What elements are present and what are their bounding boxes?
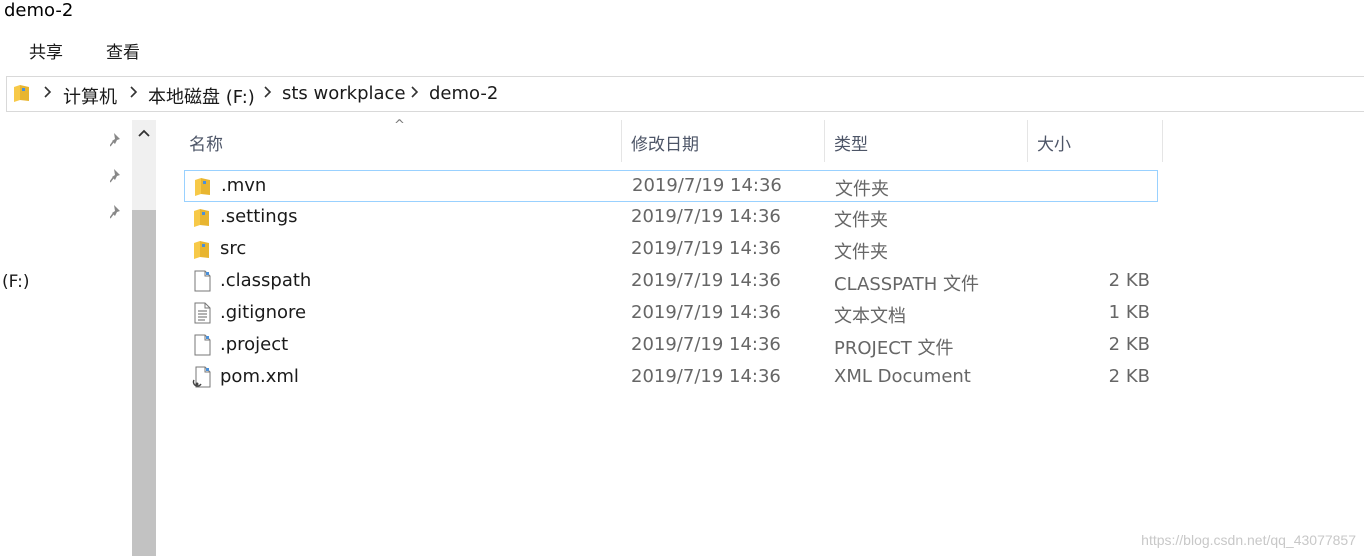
file-date: 2019/7/19 14:36 — [631, 270, 781, 291]
file-name: .project — [220, 334, 289, 355]
navigation-pane: (F:) — [0, 120, 160, 556]
file-row[interactable]: .project 2019/7/19 14:36 PROJECT 文件 2 KB — [184, 330, 1158, 362]
folder-icon — [192, 206, 212, 228]
address-bar[interactable]: 计算机 本地磁盘 (F:) sts workplace demo-2 — [6, 76, 1364, 112]
xml-file-icon — [192, 366, 212, 388]
file-size: 2 KB — [1108, 270, 1150, 291]
file-size: 1 KB — [1108, 302, 1150, 323]
file-size: 2 KB — [1108, 334, 1150, 355]
pin-icon[interactable] — [110, 204, 124, 220]
pin-icon[interactable] — [110, 168, 124, 184]
file-row[interactable]: .mvn 2019/7/19 14:36 文件夹 — [184, 170, 1158, 202]
breadcrumb-sts-workplace[interactable]: sts workplace — [282, 83, 406, 104]
file-type: PROJECT 文件 — [834, 338, 954, 359]
chevron-right-icon[interactable] — [43, 85, 53, 99]
text-document-icon — [192, 302, 212, 324]
file-size: 2 KB — [1108, 366, 1150, 387]
folder-icon — [192, 238, 212, 260]
file-name: pom.xml — [220, 366, 299, 387]
file-name: .classpath — [220, 270, 312, 291]
column-divider[interactable] — [824, 120, 825, 162]
file-name: src — [220, 238, 247, 259]
file-row[interactable]: .gitignore 2019/7/19 14:36 文本文档 1 KB — [184, 298, 1158, 330]
file-name: .settings — [220, 206, 298, 227]
breadcrumb-demo-2[interactable]: demo-2 — [429, 83, 498, 104]
column-header-size[interactable]: 大小 — [1037, 130, 1071, 155]
window-title: demo-2 — [4, 0, 74, 21]
file-icon — [192, 270, 212, 292]
file-row[interactable]: .settings 2019/7/19 14:36 文件夹 — [184, 202, 1158, 234]
chevron-right-icon[interactable] — [410, 85, 420, 99]
chevron-right-icon[interactable] — [263, 85, 273, 99]
column-header-date[interactable]: 修改日期 — [631, 130, 699, 155]
file-date: 2019/7/19 14:36 — [631, 238, 781, 259]
file-date: 2019/7/19 14:36 — [632, 175, 782, 196]
file-name: .gitignore — [220, 302, 307, 323]
file-row[interactable]: src 2019/7/19 14:36 文件夹 — [184, 234, 1158, 266]
column-header-row: ^ 名称 修改日期 类型 大小 — [160, 118, 1164, 162]
file-row[interactable]: .classpath 2019/7/19 14:36 CLASSPATH 文件 … — [184, 266, 1158, 298]
ribbon-tab-view[interactable]: 查看 — [106, 38, 140, 63]
column-divider[interactable] — [1162, 120, 1163, 162]
breadcrumb-computer[interactable]: 计算机 — [63, 83, 117, 109]
file-date: 2019/7/19 14:36 — [631, 334, 781, 355]
scrollbar-thumb[interactable] — [132, 210, 156, 556]
nav-item-drive-f[interactable]: (F:) — [2, 272, 29, 292]
file-name: .mvn — [221, 175, 267, 196]
file-date: 2019/7/19 14:36 — [631, 206, 781, 227]
file-type: CLASSPATH 文件 — [834, 274, 980, 295]
chevron-right-icon[interactable] — [129, 85, 139, 99]
pin-icon[interactable] — [110, 132, 124, 148]
column-header-name[interactable]: 名称 — [189, 130, 223, 155]
column-divider[interactable] — [1027, 120, 1028, 162]
folder-icon — [193, 175, 213, 197]
file-type: XML Document — [834, 366, 971, 387]
breadcrumb-local-disk[interactable]: 本地磁盘 (F:) — [148, 83, 255, 109]
file-type: 文件夹 — [834, 242, 888, 263]
sort-ascending-icon: ^ — [394, 118, 405, 133]
file-type: 文本文档 — [834, 306, 906, 327]
file-date: 2019/7/19 14:36 — [631, 366, 781, 387]
file-row[interactable]: pom.xml 2019/7/19 14:36 XML Document 2 K… — [184, 362, 1158, 394]
column-header-type[interactable]: 类型 — [834, 130, 868, 155]
folder-icon — [14, 85, 29, 102]
scroll-up-button[interactable] — [132, 120, 156, 150]
ribbon-tab-share[interactable]: 共享 — [29, 38, 63, 63]
chevron-up-icon — [138, 129, 150, 137]
ribbon: 共享 查看 — [0, 36, 1364, 68]
file-date: 2019/7/19 14:36 — [631, 302, 781, 323]
column-divider[interactable] — [621, 120, 622, 162]
file-type: 文件夹 — [835, 179, 889, 200]
file-type: 文件夹 — [834, 210, 888, 231]
file-icon — [192, 334, 212, 356]
watermark: https://blog.csdn.net/qq_43077857 — [1141, 532, 1356, 548]
